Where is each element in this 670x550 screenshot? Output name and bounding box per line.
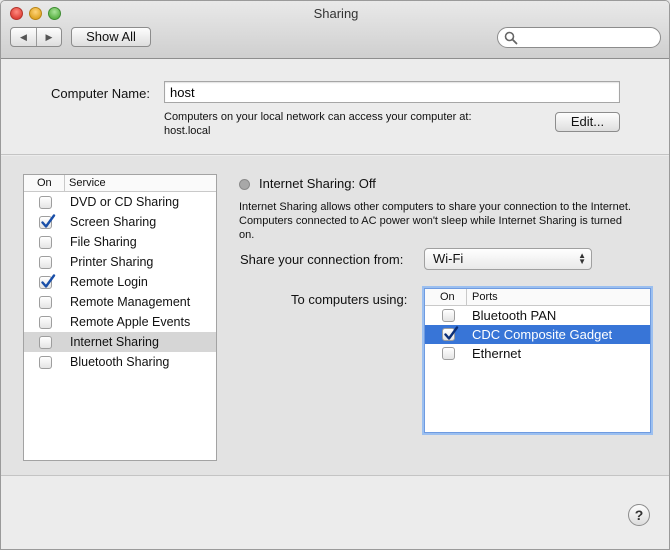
- sharing-window: Sharing ◀ ▶ Show All Computer Name: Comp…: [0, 0, 670, 550]
- ports-list-header: On Ports: [425, 289, 650, 306]
- share-from-popup[interactable]: Wi-Fi ▲ ▼: [424, 248, 592, 270]
- checkbox-unchecked[interactable]: [39, 255, 52, 269]
- port-row[interactable]: Ethernet: [425, 344, 650, 363]
- share-from-label: Share your connection from:: [240, 252, 404, 267]
- service-on-cell: [24, 355, 69, 369]
- checkbox-unchecked[interactable]: [39, 295, 52, 309]
- show-all-button[interactable]: Show All: [71, 27, 151, 47]
- service-row[interactable]: Internet Sharing: [24, 332, 216, 352]
- checkbox-checked[interactable]: [39, 273, 56, 289]
- checkbox-checked[interactable]: [39, 213, 56, 229]
- port-rows: Bluetooth PAN CDC Composite Gadget Etherne…: [425, 306, 650, 363]
- service-on-cell: [24, 273, 69, 289]
- service-row[interactable]: Screen Sharing: [24, 212, 216, 232]
- checkbox-unchecked[interactable]: [39, 355, 52, 369]
- computer-name-input[interactable]: [164, 81, 620, 103]
- service-on-cell: [24, 255, 69, 269]
- service-list: On Service DVD or CD Sharing Screen Shari…: [23, 174, 217, 461]
- ports-list: On Ports Bluetooth PAN CDC Composite Gadg…: [424, 288, 651, 433]
- port-label: CDC Composite Gadget: [472, 327, 613, 342]
- service-row[interactable]: Remote Management: [24, 292, 216, 312]
- service-row[interactable]: DVD or CD Sharing: [24, 192, 216, 212]
- service-on-cell: [24, 315, 69, 329]
- service-on-cell: [24, 235, 69, 249]
- back-arrow-icon[interactable]: ◀: [11, 28, 36, 46]
- checkbox-unchecked[interactable]: [442, 309, 455, 322]
- checkbox-unchecked[interactable]: [39, 335, 52, 349]
- popup-arrows-icon: ▲ ▼: [578, 251, 586, 266]
- service-row[interactable]: Bluetooth Sharing: [24, 352, 216, 372]
- edit-button[interactable]: Edit...: [555, 112, 620, 132]
- checkbox-unchecked[interactable]: [39, 315, 52, 329]
- forward-arrow-icon[interactable]: ▶: [35, 28, 61, 46]
- service-row[interactable]: Remote Login: [24, 272, 216, 292]
- service-on-cell: [24, 213, 69, 229]
- status-description: Internet Sharing allows other computers …: [239, 201, 631, 241]
- service-row[interactable]: File Sharing: [24, 232, 216, 252]
- share-from-value: Wi-Fi: [433, 251, 464, 266]
- search-field[interactable]: [497, 27, 661, 48]
- service-on-cell: [24, 195, 69, 209]
- toolbar: Sharing ◀ ▶ Show All: [1, 1, 669, 59]
- port-on-cell: [425, 347, 472, 360]
- local-hostname: host.local: [164, 125, 211, 137]
- computer-name-description: Computers on your local network can acce…: [164, 110, 472, 138]
- service-row[interactable]: Remote Apple Events: [24, 312, 216, 332]
- to-computers-label: To computers using:: [291, 292, 408, 307]
- computer-name-label: Computer Name:: [51, 86, 150, 101]
- port-row[interactable]: Bluetooth PAN: [425, 306, 650, 325]
- main-pane: On Service DVD or CD Sharing Screen Shari…: [1, 156, 669, 476]
- window-title: Sharing: [313, 6, 359, 21]
- port-on-cell: [425, 326, 472, 341]
- search-icon: [504, 31, 518, 45]
- checkbox-unchecked[interactable]: [442, 347, 455, 360]
- service-label: Screen Sharing: [70, 215, 157, 229]
- service-label: Bluetooth Sharing: [70, 355, 170, 369]
- service-label: DVD or CD Sharing: [70, 195, 180, 209]
- service-label: Remote Apple Events: [70, 315, 191, 329]
- port-on-cell: [425, 309, 472, 322]
- service-label: Printer Sharing: [70, 255, 154, 269]
- status-title: Internet Sharing: Off: [259, 176, 376, 191]
- port-row[interactable]: CDC Composite Gadget: [425, 325, 650, 344]
- status-indicator-icon: [239, 179, 250, 190]
- port-label: Ethernet: [472, 346, 522, 361]
- help-button[interactable]: ?: [628, 504, 650, 526]
- ports-column-header-on[interactable]: On: [425, 289, 467, 305]
- service-on-cell: [24, 335, 69, 349]
- checkbox-unchecked[interactable]: [39, 235, 52, 249]
- computer-name-section: Computer Name: Computers on your local n…: [1, 59, 669, 155]
- service-rows: DVD or CD Sharing Screen Sharing File Shar…: [24, 192, 216, 372]
- service-label: Remote Management: [70, 295, 191, 309]
- checkbox-checked[interactable]: [442, 326, 459, 341]
- description-line-1: Computers on your local network can acce…: [164, 111, 472, 123]
- service-row[interactable]: Printer Sharing: [24, 252, 216, 272]
- back-forward-group: ◀ ▶: [10, 27, 62, 47]
- ports-column-header-ports[interactable]: Ports: [467, 289, 498, 305]
- column-header-on[interactable]: On: [24, 175, 65, 191]
- service-label: Remote Login: [70, 275, 148, 289]
- service-label: Internet Sharing: [70, 335, 159, 349]
- service-on-cell: [24, 295, 69, 309]
- port-label: Bluetooth PAN: [472, 308, 557, 323]
- column-header-service[interactable]: Service: [65, 175, 106, 191]
- service-list-header: On Service: [24, 175, 216, 192]
- service-label: File Sharing: [70, 235, 137, 249]
- checkbox-unchecked[interactable]: [39, 195, 52, 209]
